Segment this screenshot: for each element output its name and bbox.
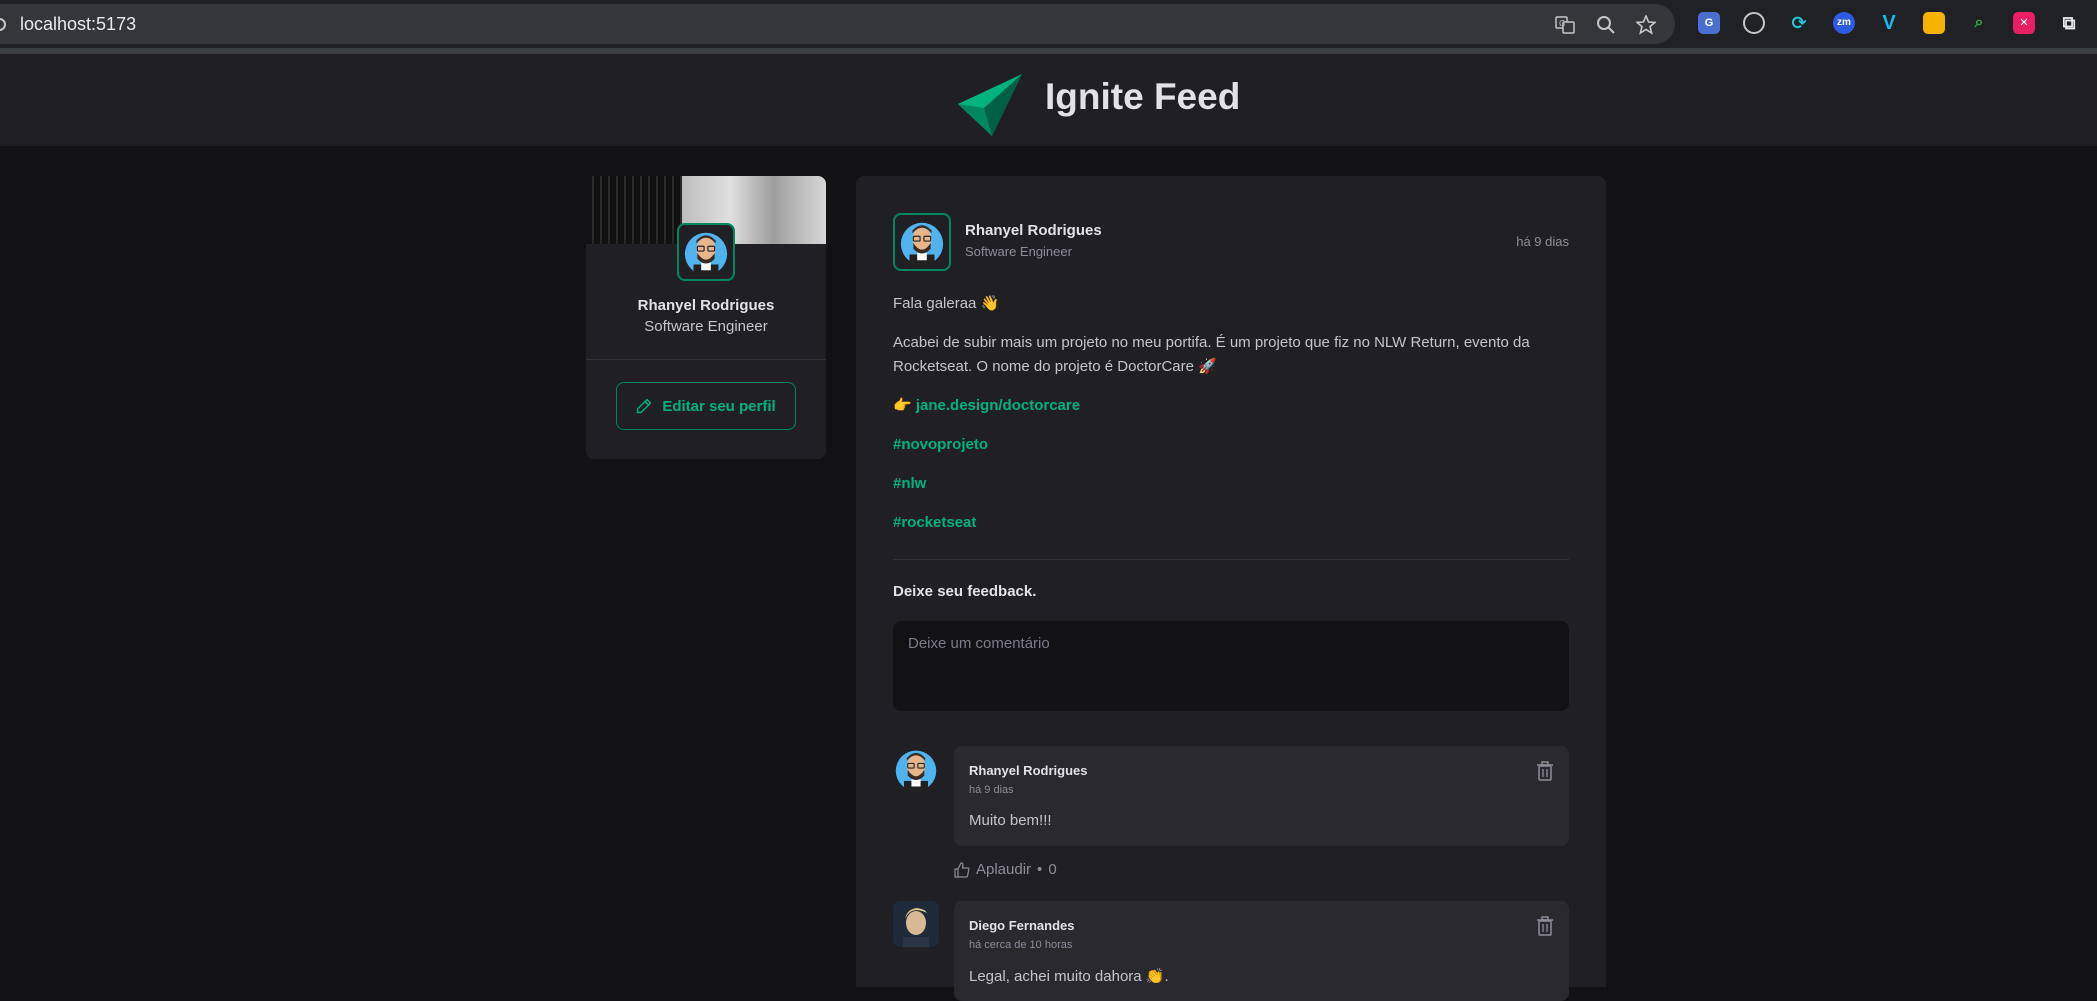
vimeo-extension-icon[interactable]: V (1878, 12, 1900, 34)
comment-author-avatar[interactable] (893, 901, 939, 947)
comment-author-name: Diego Fernandes (969, 918, 1075, 933)
post-timestamp: há 9 dias (1516, 234, 1569, 249)
post-body-line: Acabei de subir mais um projeto no meu p… (893, 334, 1530, 351)
comment-author-name: Rhanyel Rodrigues (969, 763, 1088, 778)
target-extension-icon[interactable] (1743, 12, 1765, 34)
post-greeting: Fala galeraa 👋 (893, 295, 1000, 312)
url-text[interactable]: localhost:5173 (20, 14, 136, 35)
zoom-icon[interactable] (1596, 15, 1616, 35)
trash-icon[interactable] (1536, 761, 1554, 781)
feedback-title: Deixe seu feedback. (893, 583, 1037, 600)
applaud-separator: • (1037, 861, 1043, 878)
google-translate-extension-icon[interactable]: G (1698, 12, 1720, 34)
pencil-icon (637, 398, 652, 414)
red-extension-icon[interactable]: ✕ (2013, 12, 2035, 34)
app-title: Ignite Feed (1045, 76, 1241, 117)
profile-role: Software Engineer (644, 318, 768, 335)
post-link[interactable]: jane.design/doctorcare (916, 397, 1080, 414)
profile-avatar (677, 223, 735, 281)
comment-text: Muito bem!!! (969, 812, 1052, 829)
post-link-line: 👉 jane.design/doctorcare (893, 394, 1573, 418)
sidebar-divider (586, 359, 826, 360)
thumbs-up-icon (954, 861, 970, 878)
bookmark-star-icon[interactable] (1634, 13, 1658, 35)
extensions-puzzle-icon[interactable]: ⧉ (2058, 12, 2080, 34)
svg-text:G: G (1559, 19, 1565, 28)
trash-icon[interactable] (1536, 916, 1554, 936)
comment-text: Legal, achei muito dahora 👏. (969, 968, 1169, 985)
profile-name: Rhanyel Rodrigues (637, 297, 775, 314)
memoji-avatar-icon (893, 746, 939, 792)
hashtag-link[interactable]: #rocketseat (893, 511, 1573, 535)
app-header: Ignite Feed (0, 54, 2097, 146)
profile-sidebar: Rhanyel Rodrigues Software Engineer Edit… (586, 176, 826, 459)
ignite-logo-icon (958, 74, 1022, 136)
post-author-role: Software Engineer (965, 244, 1072, 259)
zoom-extension-icon[interactable]: zm (1833, 12, 1855, 34)
comment-card: Diego Fernandes há cerca de 10 horas Leg… (954, 901, 1569, 1001)
keep-extension-icon[interactable] (1923, 12, 1945, 34)
hashtag-link[interactable]: #nlw (893, 472, 1573, 496)
comment-timestamp: há 9 dias (969, 784, 1014, 796)
sync-extension-icon[interactable]: ⟳ (1788, 12, 1810, 34)
post-author-avatar[interactable] (893, 213, 951, 271)
applaud-button[interactable]: Aplaudir • 0 (954, 861, 1057, 878)
post-card: Rhanyel Rodrigues Software Engineer há 9… (856, 176, 1606, 1001)
edit-profile-button[interactable]: Editar seu perfil (616, 382, 796, 430)
comment-author-avatar[interactable] (893, 746, 939, 792)
comment-textarea[interactable]: Deixe um comentário (893, 621, 1569, 711)
browser-toolbar: localhost:5173 G G ⟳ zm V ⌕ ✕ ⧉ (0, 0, 2097, 48)
search-extension-icon[interactable]: ⌕ (1968, 12, 1990, 34)
memoji-avatar-icon (900, 222, 944, 266)
applaud-label: Aplaudir (976, 861, 1032, 878)
post-divider (893, 559, 1569, 560)
hashtag-link[interactable]: #novoprojeto (893, 433, 1573, 457)
comment-card: Rhanyel Rodrigues há 9 dias Muito bem!!! (954, 746, 1569, 846)
link-prefix-emoji: 👉 (893, 397, 916, 414)
translate-icon[interactable]: G (1555, 15, 1575, 35)
post-author-name: Rhanyel Rodrigues (965, 222, 1102, 239)
memoji-avatar-icon (682, 228, 730, 276)
comment-timestamp: há cerca de 10 horas (969, 939, 1073, 951)
post-body-line: Rocketseat. O nome do projeto é DoctorCa… (893, 358, 1217, 375)
applaud-count: 0 (1048, 861, 1057, 878)
address-bar[interactable]: localhost:5173 G (0, 4, 1675, 44)
user-photo-icon (893, 901, 939, 947)
site-info-icon[interactable] (0, 18, 6, 31)
edit-profile-label: Editar seu perfil (662, 397, 776, 415)
